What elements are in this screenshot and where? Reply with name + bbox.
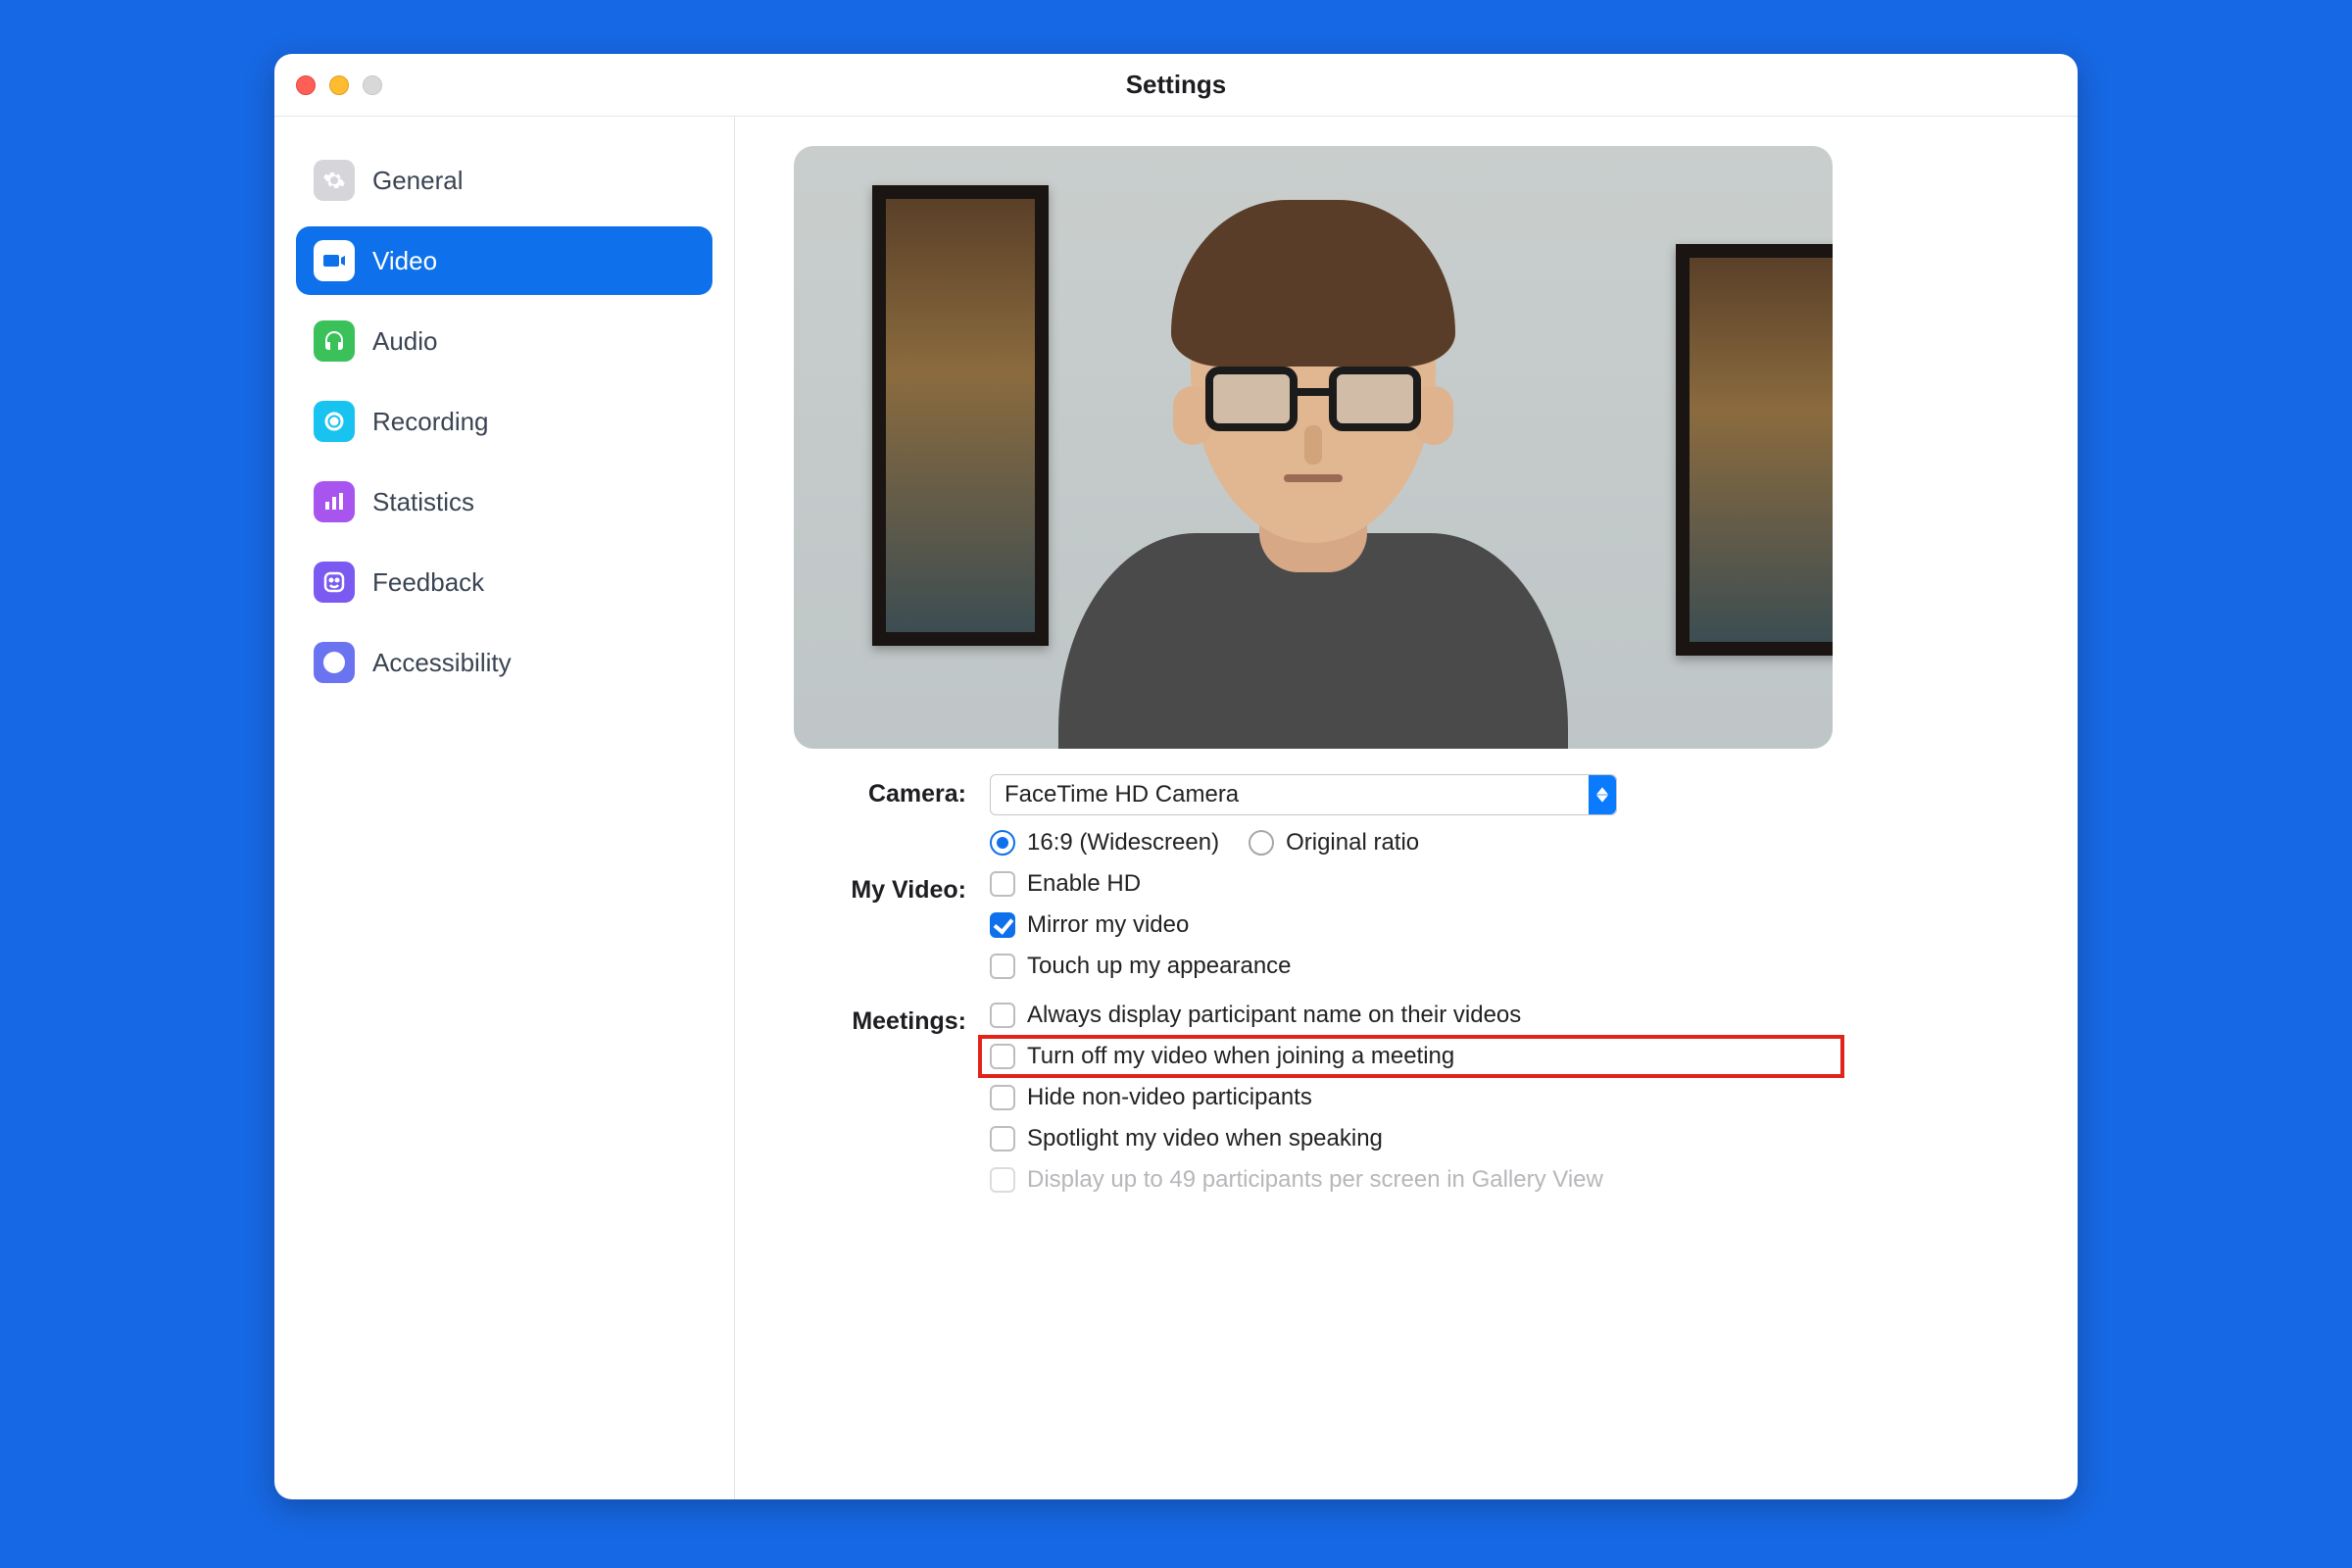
spotlight-speaking-label: Spotlight my video when speaking: [1027, 1125, 1383, 1152]
sidebar-item-general[interactable]: General: [296, 146, 712, 215]
touch-up-checkbox[interactable]: Touch up my appearance: [990, 953, 1833, 980]
sidebar-item-label: Statistics: [372, 487, 474, 517]
turn-off-video-join-label: Turn off my video when joining a meeting: [1027, 1043, 1454, 1070]
sidebar-item-label: Audio: [372, 326, 438, 357]
preview-decor: [872, 185, 1049, 646]
video-settings-form: Camera: FaceTime HD Camera: [794, 774, 1833, 1194]
dropdown-handle-icon: [1589, 775, 1616, 814]
gallery-49-checkbox: Display up to 49 participants per screen…: [990, 1166, 1833, 1194]
sidebar-item-video[interactable]: Video: [296, 226, 712, 295]
my-video-row: My Video: Enable HD Mirror my video T: [794, 870, 1833, 980]
touch-up-label: Touch up my appearance: [1027, 953, 1292, 980]
record-icon: [314, 401, 355, 442]
sidebar-item-audio[interactable]: Audio: [296, 307, 712, 375]
close-window-button[interactable]: [296, 75, 316, 95]
sidebar-item-statistics[interactable]: Statistics: [296, 467, 712, 536]
bars-icon: [314, 481, 355, 522]
my-video-label: My Video:: [794, 870, 990, 905]
minimize-window-button[interactable]: [329, 75, 349, 95]
checkbox-icon: [990, 912, 1015, 938]
settings-window: Settings General Video Audio Recording Stati…: [274, 54, 2078, 1499]
settings-sidebar: General Video Audio Recording Statistics Feed…: [274, 117, 735, 1499]
preview-person: [1078, 200, 1548, 749]
sidebar-item-label: Feedback: [372, 567, 484, 598]
sidebar-item-feedback[interactable]: Feedback: [296, 548, 712, 616]
sidebar-item-accessibility[interactable]: Accessibility: [296, 628, 712, 697]
checkbox-icon: [990, 954, 1015, 979]
gear-icon: [314, 160, 355, 201]
settings-content: Camera: FaceTime HD Camera: [735, 117, 2078, 1499]
titlebar: Settings: [274, 54, 2078, 117]
hide-nonvideo-checkbox[interactable]: Hide non-video participants: [990, 1084, 1833, 1111]
gallery-49-label: Display up to 49 participants per screen…: [1027, 1166, 1603, 1194]
ratio-original-label: Original ratio: [1286, 829, 1419, 857]
smile-icon: [314, 562, 355, 603]
headphones-icon: [314, 320, 355, 362]
window-body: General Video Audio Recording Statistics Feed…: [274, 117, 2078, 1499]
turn-off-video-join-checkbox[interactable]: Turn off my video when joining a meeting: [990, 1043, 1454, 1070]
sidebar-item-label: Video: [372, 246, 437, 276]
checkbox-icon: [990, 1044, 1015, 1069]
always-display-name-label: Always display participant name on their…: [1027, 1002, 1521, 1029]
enable-hd-label: Enable HD: [1027, 870, 1141, 898]
camera-preview: [794, 146, 1833, 749]
person-icon: [314, 642, 355, 683]
ratio-widescreen-label: 16:9 (Widescreen): [1027, 829, 1219, 857]
mirror-video-label: Mirror my video: [1027, 911, 1189, 939]
camera-select-value: FaceTime HD Camera: [1004, 781, 1239, 808]
enable-hd-checkbox[interactable]: Enable HD: [990, 870, 1833, 898]
checkbox-icon: [990, 1167, 1015, 1193]
ratio-widescreen-radio[interactable]: 16:9 (Widescreen): [990, 829, 1219, 857]
highlight-annotation: Turn off my video when joining a meeting: [978, 1035, 1844, 1078]
spotlight-speaking-checkbox[interactable]: Spotlight my video when speaking: [990, 1125, 1833, 1152]
radio-icon: [990, 830, 1015, 856]
window-controls: [296, 75, 382, 95]
sidebar-item-label: General: [372, 166, 464, 196]
always-display-name-checkbox[interactable]: Always display participant name on their…: [990, 1002, 1833, 1029]
hide-nonvideo-label: Hide non-video participants: [1027, 1084, 1312, 1111]
checkbox-icon: [990, 1003, 1015, 1028]
checkbox-icon: [990, 871, 1015, 897]
checkbox-icon: [990, 1126, 1015, 1152]
sidebar-item-recording[interactable]: Recording: [296, 387, 712, 456]
maximize-window-button[interactable]: [363, 75, 382, 95]
radio-icon: [1249, 830, 1274, 856]
sidebar-item-label: Recording: [372, 407, 489, 437]
preview-decor: [1676, 244, 1833, 656]
checkbox-icon: [990, 1085, 1015, 1110]
mirror-video-checkbox[interactable]: Mirror my video: [990, 911, 1833, 939]
meetings-row: Meetings: Always display participant nam…: [794, 1002, 1833, 1194]
camera-select[interactable]: FaceTime HD Camera: [990, 774, 1617, 815]
sidebar-item-label: Accessibility: [372, 648, 512, 678]
video-icon: [314, 240, 355, 281]
camera-label: Camera:: [794, 774, 990, 808]
ratio-original-radio[interactable]: Original ratio: [1249, 829, 1419, 857]
aspect-ratio-options: 16:9 (Widescreen) Original ratio: [990, 829, 1833, 857]
window-title: Settings: [1126, 70, 1227, 100]
camera-row: Camera: FaceTime HD Camera: [794, 774, 1833, 857]
meetings-label: Meetings:: [794, 1002, 990, 1036]
